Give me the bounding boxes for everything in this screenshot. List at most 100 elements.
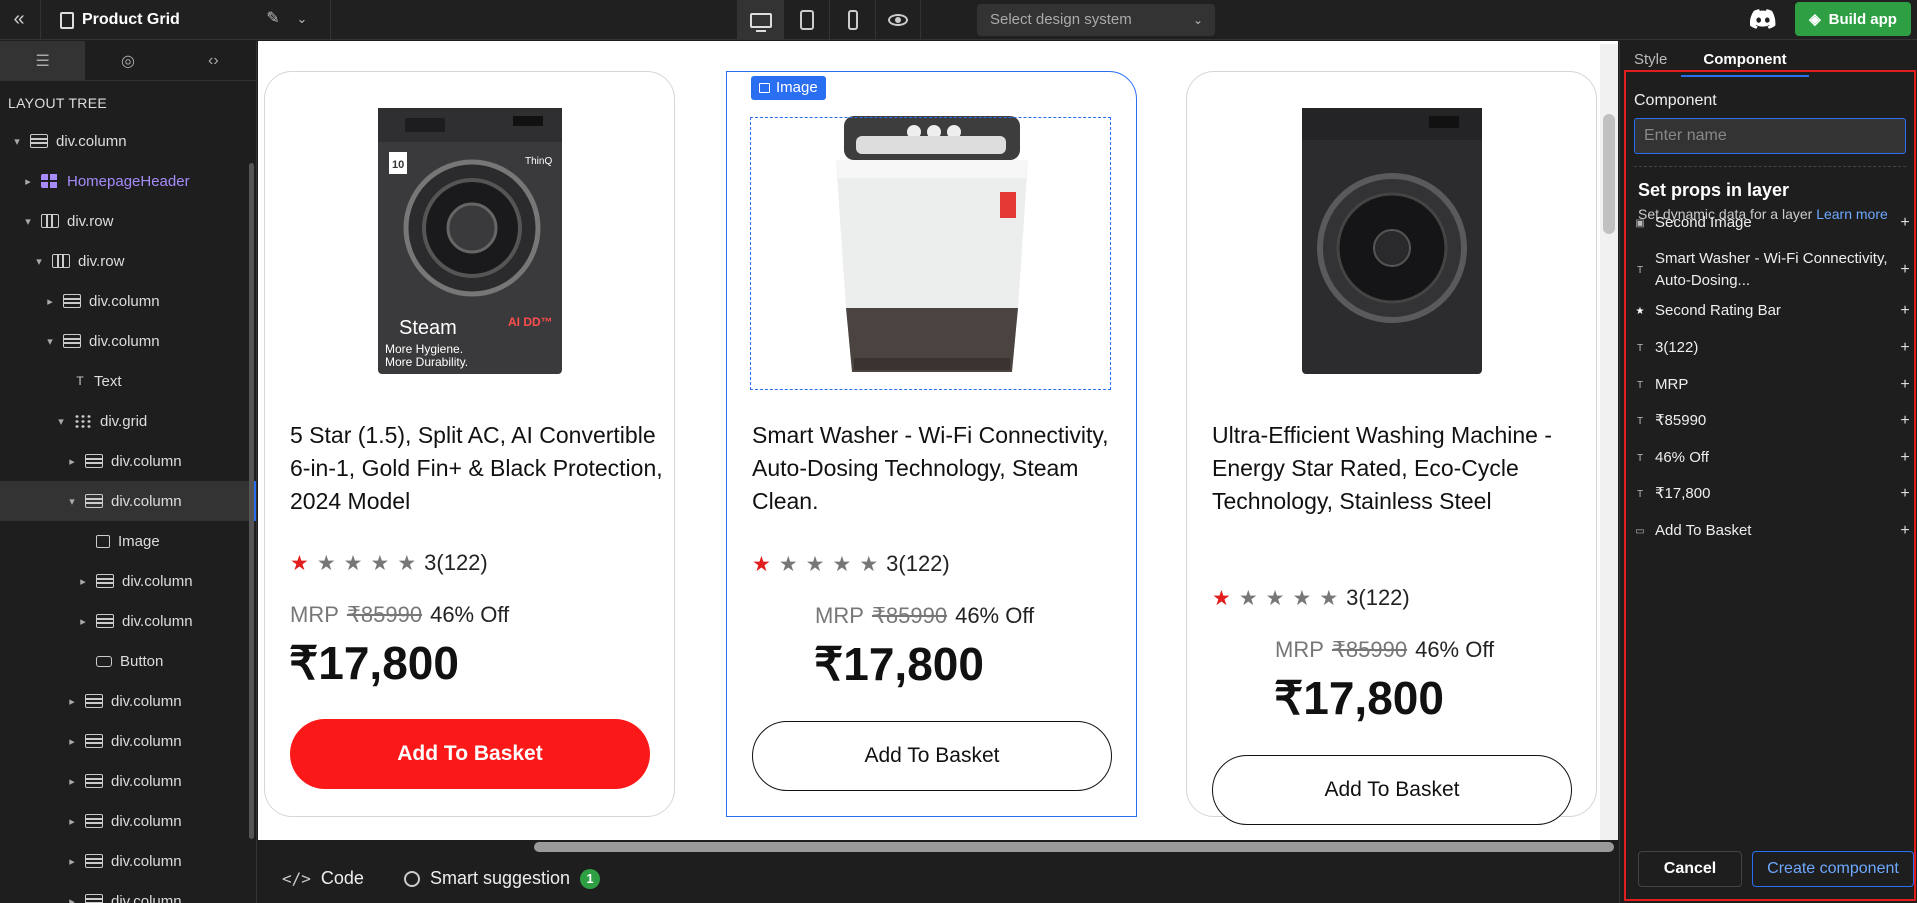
add-to-basket-button[interactable]: Add To Basket [1212, 755, 1572, 825]
mrp-value: ₹85990 [871, 603, 948, 628]
svg-text:AI DD™: AI DD™ [508, 315, 553, 329]
create-component-button[interactable]: Create component [1752, 851, 1914, 887]
design-system-select[interactable]: Select design system ⌄ [977, 4, 1215, 36]
scrollbar-thumb[interactable] [534, 842, 1614, 852]
smart-suggestion-button[interactable]: Smart suggestion 1 [403, 868, 601, 889]
svg-text:Steam: Steam [399, 317, 457, 339]
chevron-right-icon[interactable]: ▸ [65, 735, 79, 748]
prop-row[interactable]: ▣ Second Image + [1634, 212, 1912, 234]
mobile-view-button[interactable] [829, 0, 875, 40]
build-app-button[interactable]: ◈ Build app [1795, 2, 1911, 36]
chevron-down-icon: ⌄ [1192, 13, 1203, 27]
chevron-right-icon[interactable]: ▸ [43, 295, 57, 308]
prop-label: ₹17,800 [1655, 485, 1711, 502]
tree-item[interactable]: ▸ div.column [0, 761, 256, 801]
code-button[interactable]: </> Code [282, 868, 364, 889]
tree-item[interactable]: ▸ div.column [0, 681, 256, 721]
top-bar: « Product Grid ✎ ⌄ Select design system … [0, 0, 1917, 40]
cancel-button[interactable]: Cancel [1638, 851, 1742, 887]
tree-item[interactable]: T Text [0, 361, 256, 401]
add-prop-icon[interactable]: + [1898, 376, 1912, 394]
chevron-right-icon[interactable]: ▸ [65, 895, 79, 903]
discord-icon[interactable] [1750, 8, 1776, 30]
tab-navigator[interactable]: ◎ [85, 41, 170, 80]
tree-item[interactable]: ▸ div.column [0, 841, 256, 881]
canvas-horizontal-scrollbar[interactable] [258, 840, 1618, 854]
tree-item[interactable]: ▸ div.column [0, 721, 256, 761]
add-to-basket-button[interactable]: Add To Basket [752, 721, 1112, 791]
desktop-view-button[interactable] [737, 0, 783, 40]
tree-item-label: div.row [78, 252, 125, 270]
prop-row[interactable]: T 3(122) + [1634, 337, 1912, 359]
rating-count: 3(122) [424, 550, 488, 575]
chevron-down-icon[interactable]: ▾ [32, 255, 46, 268]
tab-code[interactable]: ‹› [171, 41, 256, 80]
discount-label: 46% Off [1415, 637, 1495, 662]
tree-item[interactable]: ▾ div.column [0, 121, 256, 161]
add-prop-icon[interactable]: + [1898, 412, 1912, 430]
tree-item[interactable]: ▸ div.column [0, 561, 256, 601]
tree-item[interactable]: ▸ HomepageHeader [0, 161, 256, 201]
tree-item[interactable]: ▾ div.column [0, 481, 256, 521]
prop-row[interactable]: ★ Second Rating Bar + [1634, 300, 1912, 322]
tree-item[interactable]: ▸ div.column [0, 441, 256, 481]
chevron-right-icon[interactable]: ▸ [76, 575, 90, 588]
collapse-sidebar-icon[interactable]: « [4, 4, 34, 34]
prop-row[interactable]: T MRP + [1634, 374, 1912, 396]
sale-price: ₹17,800 [814, 638, 984, 690]
tree-item[interactable]: Image [0, 521, 256, 561]
tab-layers[interactable]: ☰ [0, 41, 86, 80]
chevron-down-icon[interactable]: ▾ [21, 215, 35, 228]
chevron-down-icon[interactable]: ▾ [54, 415, 68, 428]
add-prop-icon[interactable]: + [1898, 214, 1912, 232]
prop-row[interactable]: T ₹85990 + [1634, 410, 1912, 432]
tree-item-label: div.column [111, 452, 182, 470]
tree-item[interactable]: ▾ div.row [0, 201, 256, 241]
prop-label: MRP [1655, 376, 1689, 393]
product-title: 5 Star (1.5), Split AC, AI Convertible 6… [290, 422, 663, 514]
product-card[interactable]: Ultra-Efficient Washing Machine - Energy… [1186, 71, 1597, 825]
grid-icon [74, 414, 92, 428]
add-prop-icon[interactable]: + [1898, 522, 1912, 540]
component-form: Component Enter name Set props in layer … [1624, 70, 1916, 901]
add-prop-icon[interactable]: + [1898, 302, 1912, 320]
edit-icon[interactable]: ✎ [262, 8, 284, 30]
add-prop-icon[interactable]: + [1898, 485, 1912, 503]
add-prop-icon[interactable]: + [1898, 449, 1912, 467]
add-prop-icon[interactable]: + [1898, 261, 1912, 279]
prop-row[interactable]: T 46% Off + [1634, 447, 1912, 469]
chevron-right-icon[interactable]: ▸ [21, 175, 35, 188]
chevron-down-icon[interactable]: ▾ [10, 135, 24, 148]
tree-item[interactable]: ▸ div.column [0, 881, 256, 903]
tree-item-label: div.column [111, 732, 182, 750]
tree-item[interactable]: ▸ div.column [0, 281, 256, 321]
scrollbar[interactable] [249, 163, 254, 839]
chevron-right-icon[interactable]: ▸ [65, 695, 79, 708]
add-prop-icon[interactable]: + [1898, 339, 1912, 357]
scrollbar-thumb[interactable] [1603, 114, 1615, 234]
component-name-input[interactable]: Enter name [1634, 118, 1906, 154]
tree-item[interactable]: ▾ div.grid [0, 401, 256, 441]
chevron-down-icon[interactable]: ▾ [43, 335, 57, 348]
add-to-basket-button[interactable]: Add To Basket [290, 719, 650, 789]
tablet-view-button[interactable] [783, 0, 829, 40]
prop-row[interactable]: T ₹17,800 + [1634, 483, 1912, 505]
chevron-right-icon[interactable]: ▸ [65, 855, 79, 868]
tree-item[interactable]: ▾ div.column [0, 321, 256, 361]
canvas-vertical-scrollbar[interactable] [1600, 44, 1618, 841]
product-card[interactable]: ThinQ 10 Steam More Hygiene. More Durabi… [264, 71, 675, 817]
chevron-down-icon[interactable]: ⌄ [292, 8, 312, 30]
prop-row[interactable]: T Smart Washer - Wi-Fi Connectivity, Auto… [1634, 248, 1912, 292]
tree-item[interactable]: ▾ div.row [0, 241, 256, 281]
chevron-right-icon[interactable]: ▸ [65, 815, 79, 828]
prop-row[interactable]: ▭ Add To Basket + [1634, 520, 1912, 542]
tree-item[interactable]: Button [0, 641, 256, 681]
button-icon [96, 655, 112, 667]
tree-item[interactable]: ▸ div.column [0, 601, 256, 641]
tree-item[interactable]: ▸ div.column [0, 801, 256, 841]
chevron-right-icon[interactable]: ▸ [65, 455, 79, 468]
chevron-right-icon[interactable]: ▸ [65, 775, 79, 788]
preview-button[interactable] [875, 0, 921, 40]
chevron-down-icon[interactable]: ▾ [65, 495, 79, 508]
chevron-right-icon[interactable]: ▸ [76, 615, 90, 628]
